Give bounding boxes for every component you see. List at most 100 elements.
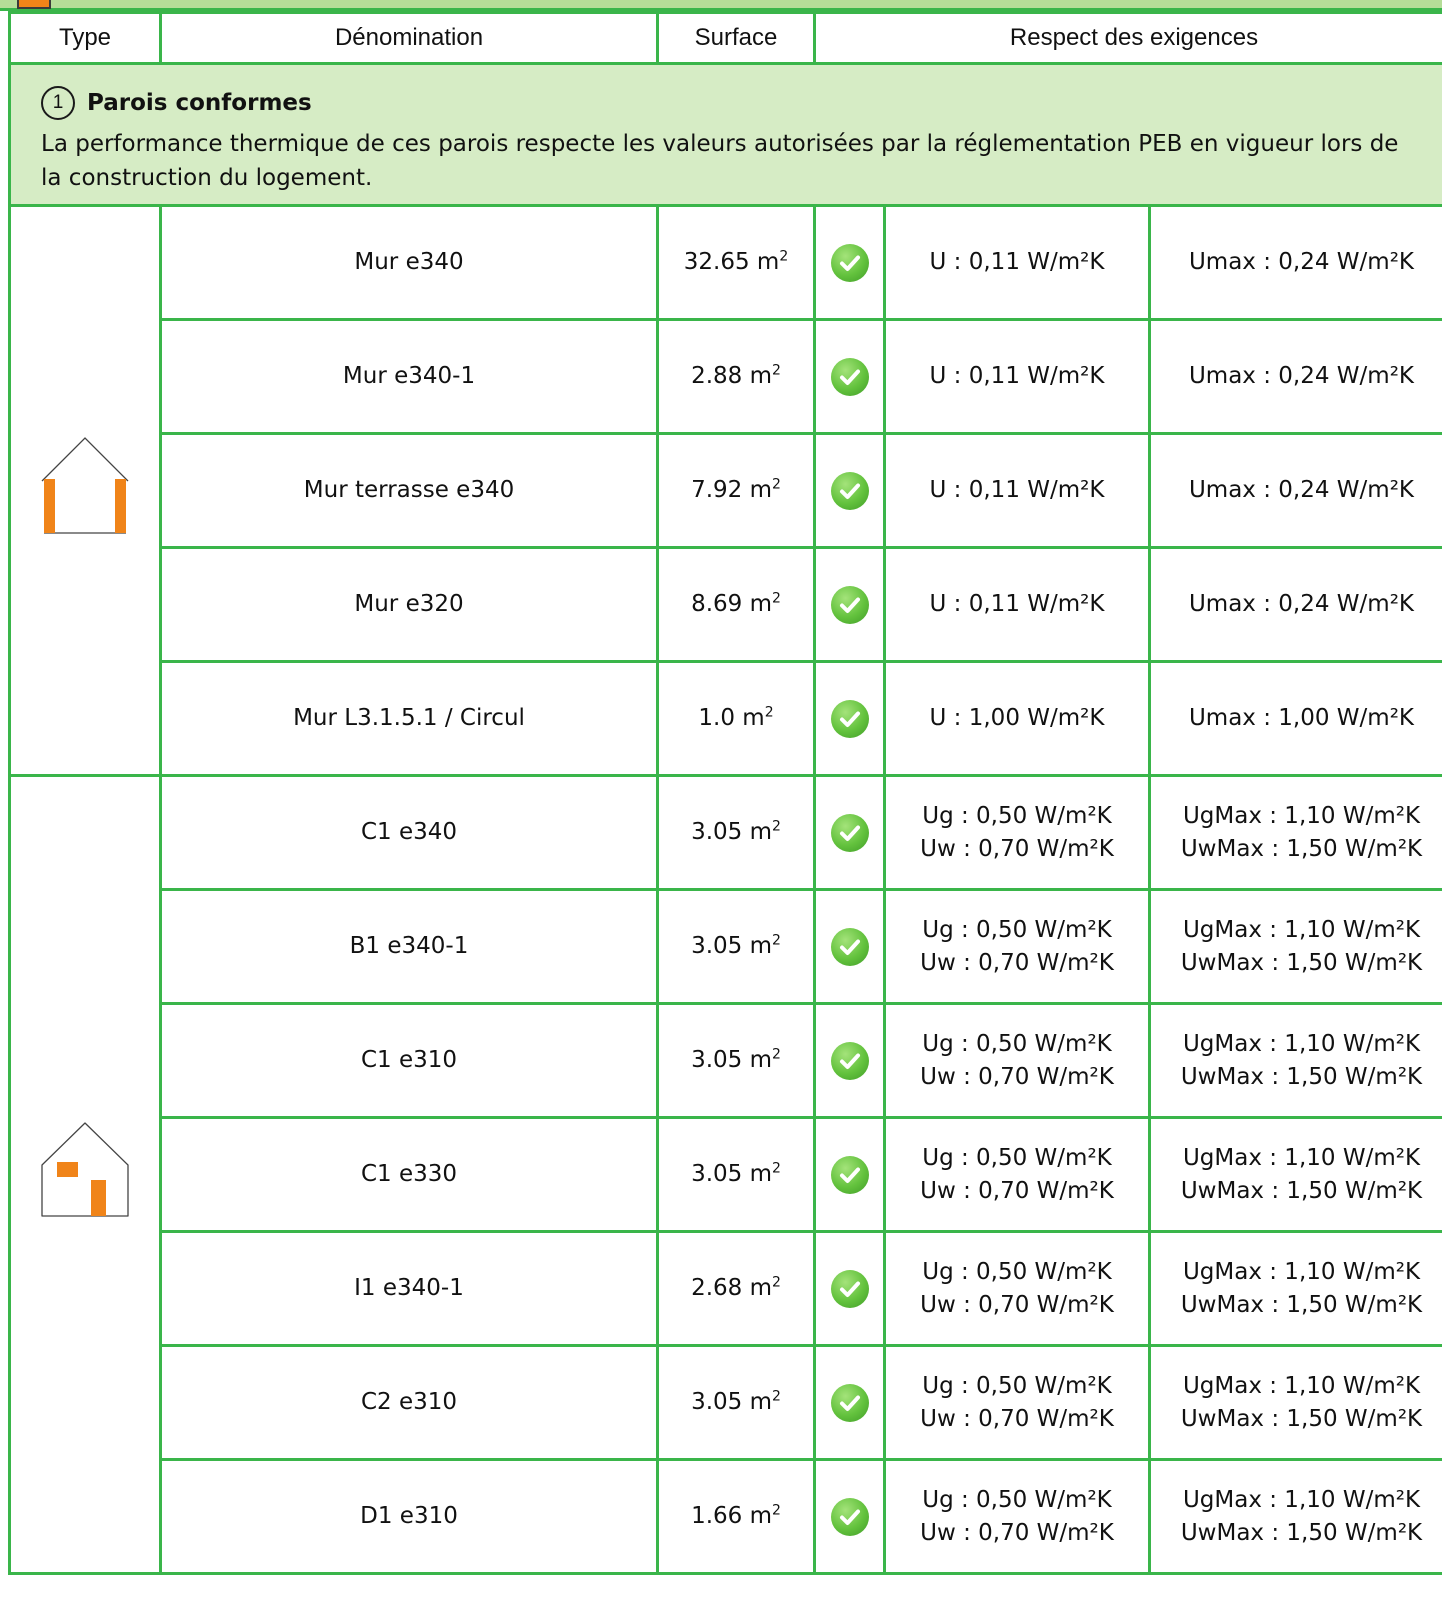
window-u-values: Ug : 0,50 W/m²K Uw : 0,70 W/m²K (883, 1116, 1151, 1233)
window-surface: 3.05 m2 (656, 1344, 816, 1461)
window-row: C1 e330 3.05 m2 Ug : 0,50 W/m²K Uw : 0,70 W… (10, 1116, 1442, 1233)
status-cell (813, 660, 886, 777)
type-windows-cell (8, 774, 162, 1575)
checkmark-icon (830, 585, 869, 624)
uw-value: Uw : 0,70 W/m²K (920, 1063, 1114, 1090)
surface-exponent: 2 (772, 362, 781, 379)
window-name: C1 e340 (159, 774, 659, 891)
status-cell (813, 318, 886, 435)
table-body: 1 Parois conformes La performance thermi… (8, 62, 1442, 1575)
window-u-values: Ug : 0,50 W/m²K Uw : 0,70 W/m²K (883, 1344, 1151, 1461)
surface-exponent: 2 (764, 704, 774, 721)
wall-name: Mur terrasse e340 (159, 432, 659, 549)
ug-value: Ug : 0,50 W/m²K (922, 916, 1112, 943)
surface-exponent: 2 (772, 932, 781, 949)
checkmark-icon (830, 1041, 869, 1080)
header-type: Type (8, 11, 162, 65)
checkmark-icon (830, 243, 869, 282)
checkmark-icon (830, 1269, 869, 1308)
surface-exponent: 2 (772, 590, 781, 607)
surface-value: 3.05 m (691, 1389, 772, 1415)
checkmark-icon (830, 471, 869, 510)
wall-row: Mur e340-1 2.88 m2 U : 0,11 W/m²K Umax : 0,… (10, 318, 1442, 435)
wall-u-value: U : 0,11 W/m²K (883, 204, 1151, 321)
ugmax-value: UgMax : 1,10 W/m²K (1182, 916, 1421, 943)
ug-value: Ug : 0,50 W/m²K (922, 802, 1112, 829)
checkmark-icon (830, 1383, 869, 1422)
ugmax-value: UgMax : 1,10 W/m²K (1182, 1030, 1421, 1057)
status-cell (813, 1458, 886, 1575)
header-denomination: Dénomination (159, 11, 659, 65)
window-surface: 3.05 m2 (656, 774, 816, 891)
uw-value: Uw : 0,70 W/m²K (920, 1177, 1114, 1204)
uwmax-value: UwMax : 1,50 W/m²K (1180, 1405, 1423, 1432)
surface-exponent: 2 (779, 248, 789, 265)
status-cell (813, 774, 886, 891)
window-umax-values: UgMax : 1,10 W/m²K UwMax : 1,50 W/m²K (1148, 1116, 1442, 1233)
window-surface: 3.05 m2 (656, 888, 816, 1005)
surface-value: 2.68 m (691, 1275, 772, 1301)
surface-exponent: 2 (772, 1046, 781, 1063)
window-row: I1 e340-1 2.68 m2 Ug : 0,50 W/m²K Uw : 0,70… (10, 1230, 1442, 1347)
wall-u-value: U : 0,11 W/m²K (883, 318, 1151, 435)
ugmax-value: UgMax : 1,10 W/m²K (1182, 1258, 1421, 1285)
window-row: C1 e340 3.05 m2 Ug : 0,50 W/m²K Uw : 0,70 W… (8, 774, 1442, 1575)
surface-value: 1.0 m (698, 705, 765, 731)
checkmark-icon (830, 1497, 869, 1536)
table-header-row: Type Dénomination Surface Respect des ex… (8, 11, 1442, 65)
window-umax-values: UgMax : 1,10 W/m²K UwMax : 1,50 W/m²K (1148, 1458, 1442, 1575)
wall-surface: 8.69 m2 (656, 546, 816, 663)
surface-value: 3.05 m (691, 1047, 772, 1073)
ugmax-value: UgMax : 1,10 W/m²K (1182, 802, 1421, 829)
house-walls-icon (41, 436, 129, 534)
ugmax-value: UgMax : 1,10 W/m²K (1182, 1144, 1421, 1171)
wall-row: Mur e340 32.65 m2 U : 0,11 W/m²K Umax : 0,2… (8, 204, 1442, 777)
wall-umax-value: Umax : 0,24 W/m²K (1148, 546, 1442, 663)
status-cell (813, 1230, 886, 1347)
window-name: C1 e330 (159, 1116, 659, 1233)
surface-exponent: 2 (772, 1388, 781, 1405)
checkmark-icon (830, 699, 869, 738)
checkmark-icon (830, 357, 869, 396)
surface-exponent: 2 (772, 1274, 781, 1291)
status-cell (813, 432, 886, 549)
checkmark-icon (830, 927, 869, 966)
section-row: 1 Parois conformes La performance thermi… (8, 62, 1442, 207)
window-row: B1 e340-1 3.05 m2 Ug : 0,50 W/m²K Uw : 0,70… (10, 888, 1442, 1005)
window-name: I1 e340-1 (159, 1230, 659, 1347)
window-u-values: Ug : 0,50 W/m²K Uw : 0,70 W/m²K (883, 888, 1151, 1005)
surface-value: 7.92 m (691, 477, 772, 503)
status-cell (813, 1002, 886, 1119)
window-surface: 3.05 m2 (656, 1002, 816, 1119)
wall-name: Mur L3.1.5.1 / Circul (159, 660, 659, 777)
surface-value: 3.05 m (691, 819, 772, 845)
surface-exponent: 2 (772, 476, 781, 493)
uwmax-value: UwMax : 1,50 W/m²K (1180, 835, 1423, 862)
surface-value: 2.88 m (691, 363, 772, 389)
header-respect: Respect des exigences (813, 11, 1442, 65)
type-walls-cell (8, 204, 162, 777)
wall-surface: 2.88 m2 (656, 318, 816, 435)
top-bar (0, 0, 1442, 11)
wall-row: Mur e320 8.69 m2 U : 0,11 W/m²K Umax : 0,24… (10, 546, 1442, 663)
status-cell (813, 1116, 886, 1233)
window-name: B1 e340-1 (159, 888, 659, 1005)
wall-umax-value: Umax : 0,24 W/m²K (1148, 318, 1442, 435)
ug-value: Ug : 0,50 W/m²K (922, 1372, 1112, 1399)
surface-value: 3.05 m (691, 1161, 772, 1187)
window-row: D1 e310 1.66 m2 Ug : 0,50 W/m²K Uw : 0,70 W… (10, 1458, 1442, 1575)
wall-name: Mur e340-1 (159, 318, 659, 435)
surface-exponent: 2 (772, 1502, 781, 1519)
house-windows-icon (41, 1122, 129, 1217)
checkmark-icon (830, 813, 869, 852)
ug-value: Ug : 0,50 W/m²K (922, 1030, 1112, 1057)
checkmark-icon (830, 1155, 869, 1194)
window-u-values: Ug : 0,50 W/m²K Uw : 0,70 W/m²K (883, 1002, 1151, 1119)
window-u-values: Ug : 0,50 W/m²K Uw : 0,70 W/m²K (883, 1458, 1151, 1575)
window-umax-values: UgMax : 1,10 W/m²K UwMax : 1,50 W/m²K (1148, 1002, 1442, 1119)
ug-value: Ug : 0,50 W/m²K (922, 1258, 1112, 1285)
window-name: D1 e310 (159, 1458, 659, 1575)
ugmax-value: UgMax : 1,10 W/m²K (1182, 1372, 1421, 1399)
surface-value: 3.05 m (691, 933, 772, 959)
uw-value: Uw : 0,70 W/m²K (920, 1519, 1114, 1546)
